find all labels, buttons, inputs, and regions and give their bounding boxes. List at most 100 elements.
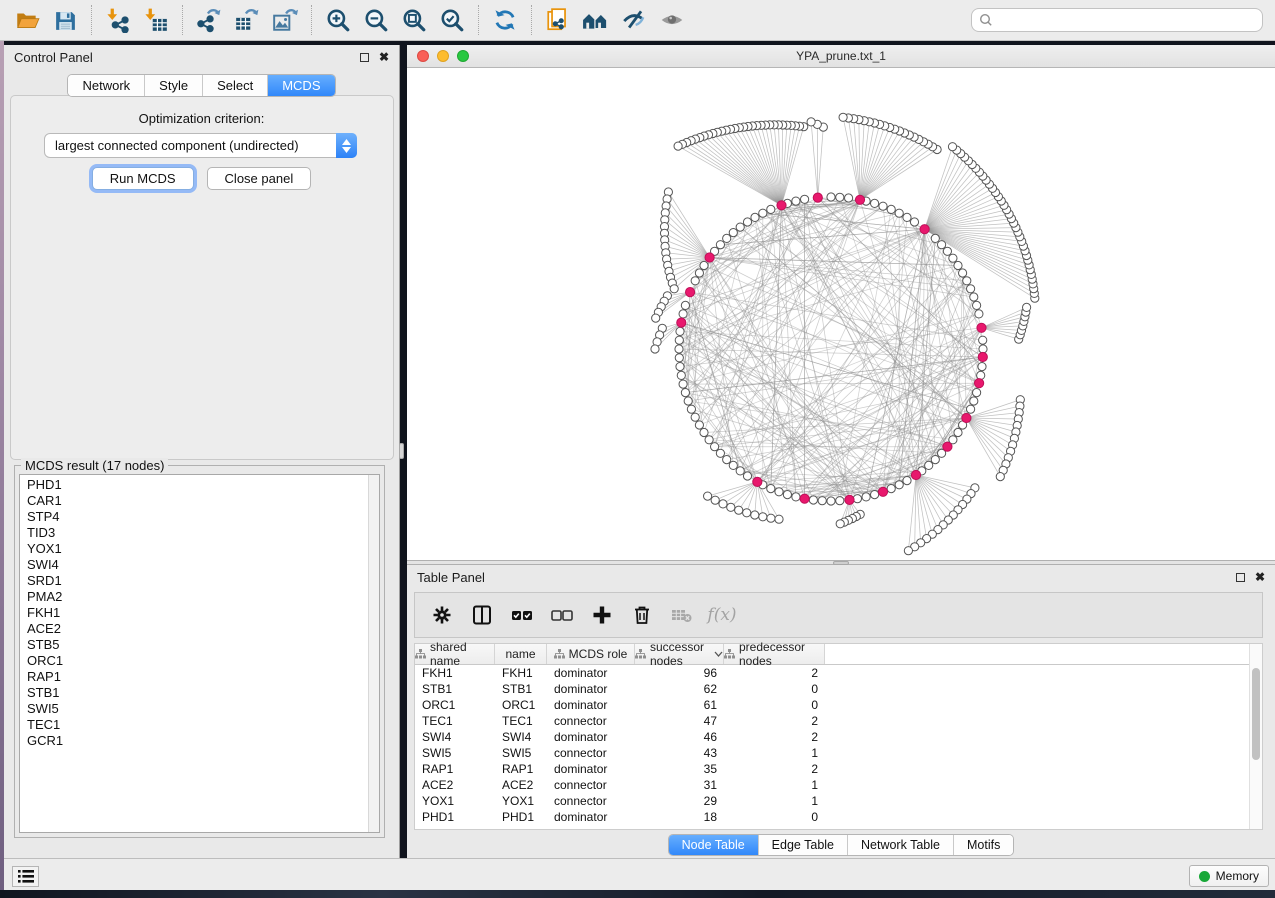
search-box[interactable] [971,8,1263,32]
mcds-result-item[interactable]: STB1 [20,685,367,701]
mcds-result-item[interactable]: CAR1 [20,493,367,509]
export-network-icon[interactable] [190,3,228,37]
export-image-icon[interactable] [266,3,304,37]
control-panel-title: Control Panel [14,50,93,65]
select-all-icon[interactable] [509,602,535,628]
column-header-shared-name[interactable]: shared name [415,644,495,664]
tab-network[interactable]: Network [68,75,144,96]
run-mcds-button[interactable]: Run MCDS [92,167,194,190]
mcds-result-item[interactable]: TID3 [20,525,367,541]
table-toolbar: f(x) [414,592,1263,638]
column-settings-gear-icon[interactable] [429,602,455,628]
column-header-MCDS-role[interactable]: MCDS role [547,644,635,664]
control-panel-titlebar: Control Panel ✖ [4,45,399,69]
table-row[interactable]: ORC1ORC1dominator610 [415,697,1262,713]
first-neighbors-icon[interactable] [577,3,615,37]
mcds-result-item[interactable]: SWI4 [20,557,367,573]
table-row[interactable]: TEC1TEC1connector472 [415,713,1262,729]
column-header-successor-nodes[interactable]: successor nodes [635,644,724,664]
float-window-icon[interactable] [360,53,369,62]
main-toolbar [0,0,1275,41]
zoom-selected-icon[interactable] [433,3,471,37]
search-input[interactable] [998,13,1262,27]
table-row[interactable]: SWI5SWI5connector431 [415,745,1262,761]
float-window-icon[interactable] [1236,573,1245,582]
tab-select[interactable]: Select [202,75,267,96]
zoom-fit-icon[interactable] [395,3,433,37]
table-row[interactable]: ACE2ACE2connector311 [415,777,1262,793]
mcds-result-item[interactable]: STP4 [20,509,367,525]
delete-table-icon-disabled [669,602,695,628]
import-network-icon[interactable] [99,3,137,37]
tab-style[interactable]: Style [144,75,202,96]
tab-node-table[interactable]: Node Table [669,835,758,855]
memory-button[interactable]: Memory [1189,865,1269,887]
column-namespace-icon [415,649,426,659]
cell-MCDS-role: dominator [547,762,635,776]
sort-desc-icon [714,651,723,657]
network-from-file-icon[interactable] [539,3,577,37]
mcds-result-item[interactable]: RAP1 [20,669,367,685]
tab-edge-table[interactable]: Edge Table [758,835,847,855]
delete-column-trash-icon[interactable] [629,602,655,628]
tab-motifs[interactable]: Motifs [953,835,1013,855]
cell-successor-nodes: 47 [635,714,724,728]
mcds-result-item[interactable]: YOX1 [20,541,367,557]
zoom-in-icon[interactable] [319,3,357,37]
column-header-predecessor-nodes[interactable]: predecessor nodes [724,644,825,664]
network-window-title: YPA_prune.txt_1 [407,49,1275,63]
table-row[interactable]: YOX1YOX1connector291 [415,793,1262,809]
mcds-result-item[interactable]: ORC1 [20,653,367,669]
table-scrollbar[interactable] [1249,644,1262,829]
mcds-result-item[interactable]: STB5 [20,637,367,653]
network-titlebar[interactable]: YPA_prune.txt_1 [407,45,1275,68]
zoom-out-icon[interactable] [357,3,395,37]
save-session-icon[interactable] [46,3,84,37]
cell-shared-name: ACE2 [415,778,495,792]
vertical-splitter-grip[interactable] [399,443,404,459]
column-namespace-icon [554,649,565,659]
export-table-icon[interactable] [228,3,266,37]
optimization-criterion-label: Optimization criterion: [4,111,399,126]
hide-selected-icon[interactable] [615,3,653,37]
close-panel-icon[interactable]: ✖ [379,52,389,62]
column-header-name[interactable]: name [495,644,547,664]
cell-predecessor-nodes: 1 [724,794,825,808]
mcds-result-item[interactable]: TEC1 [20,717,367,733]
close-panel-button[interactable]: Close panel [207,167,312,190]
add-column-icon[interactable] [589,602,615,628]
mcds-result-list[interactable]: PHD1CAR1STP4TID3YOX1SWI4SRD1PMA2FKH1ACE2… [19,474,380,833]
tab-network-table[interactable]: Network Table [847,835,953,855]
mcds-result-item[interactable]: PMA2 [20,589,367,605]
show-columns-icon[interactable] [469,602,495,628]
mcds-result-item[interactable]: SRD1 [20,573,367,589]
mcds-result-item[interactable]: GCR1 [20,733,367,749]
mcds-result-item[interactable]: ACE2 [20,621,367,637]
open-file-icon[interactable] [8,3,46,37]
mcds-result-item[interactable]: FKH1 [20,605,367,621]
show-all-icon[interactable] [653,3,691,37]
cell-shared-name: ORC1 [415,698,495,712]
network-window: YPA_prune.txt_1 [407,45,1275,560]
mcds-result-item[interactable]: PHD1 [20,477,367,493]
import-table-icon[interactable] [137,3,175,37]
table-row[interactable]: RAP1RAP1dominator352 [415,761,1262,777]
network-view-canvas[interactable] [407,68,1275,560]
table-row[interactable]: PHD1PHD1dominator180 [415,809,1262,825]
cell-successor-nodes: 46 [635,730,724,744]
toolbar-separator [311,5,312,35]
apply-layout-icon[interactable] [486,3,524,37]
tab-mcds[interactable]: MCDS [267,75,334,96]
deselect-all-icon[interactable] [549,602,575,628]
close-panel-icon[interactable]: ✖ [1255,572,1265,582]
table-row[interactable]: STB1STB1dominator620 [415,681,1262,697]
table-row[interactable]: FKH1FKH1dominator962 [415,665,1262,681]
table-scrollbar-thumb[interactable] [1252,668,1260,760]
mcds-result-item[interactable]: SWI5 [20,701,367,717]
cell-MCDS-role: dominator [547,730,635,744]
mcds-list-scrollbar[interactable] [368,475,379,832]
node-table-header: shared namenameMCDS rolesuccessor nodesp… [415,644,1262,665]
show-tasks-button[interactable] [12,866,39,887]
table-row[interactable]: SWI4SWI4dominator462 [415,729,1262,745]
criterion-dropdown[interactable]: largest connected component (undirected) [44,133,357,158]
